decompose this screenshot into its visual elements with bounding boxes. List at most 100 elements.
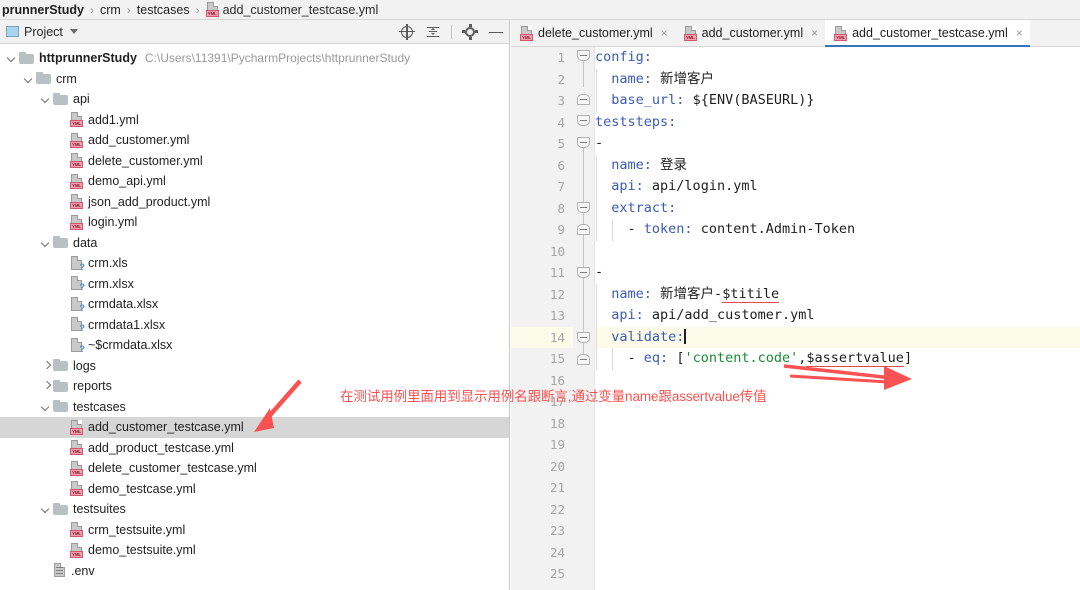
yml-file-icon: YML	[70, 194, 83, 210]
breadcrumb-item-file[interactable]: YML add_customer_testcase.yml	[205, 2, 378, 17]
tree-twisty-closed[interactable]	[40, 376, 53, 396]
tree-twisty-open[interactable]	[40, 397, 53, 417]
fold-end-extract[interactable]	[577, 224, 590, 237]
target-icon[interactable]	[399, 23, 415, 40]
close-icon[interactable]: ×	[1016, 27, 1023, 39]
fold-toggle-validate[interactable]	[577, 332, 590, 345]
tree-node-httprunnerstudy[interactable]: httprunnerStudy C:\Users\11391\PycharmPro…	[0, 48, 509, 69]
tree-twisty-open[interactable]	[6, 48, 19, 68]
yml-file-icon: YML	[683, 25, 697, 41]
tree-node-crmdata-xlsx[interactable]: ? crmdata.xlsx	[0, 294, 509, 315]
breadcrumb-item-project[interactable]: prunnerStudy	[2, 3, 84, 17]
tree-twisty-open[interactable]	[40, 89, 53, 109]
tree-node--crmdata-xlsx[interactable]: ? ~$crmdata.xlsx	[0, 335, 509, 356]
annotation-note: 在测试用例里面用到显示用例名跟断言,通过变量name跟assertvalue传值	[340, 389, 767, 404]
tree-twisty-open[interactable]	[40, 499, 53, 519]
tree-node-crm-xlsx[interactable]: ? crm.xlsx	[0, 274, 509, 295]
code-line-9[interactable]: - token: content.Admin-Token	[595, 219, 1080, 241]
code-line-21[interactable]	[595, 477, 1080, 499]
tree-node-crm-testsuite-yml[interactable]: YML crm_testsuite.yml	[0, 520, 509, 541]
code-line-6[interactable]: name: 登录	[595, 154, 1080, 176]
tree-twisty-closed[interactable]	[40, 356, 53, 376]
code-line-2[interactable]: name: 新增客户	[595, 68, 1080, 90]
line-number-gutter: 1 2 3 4 5 6 7 8 9 10 11 12 13 14 15 16 17 18 19 20 21 22 23 24 2…	[511, 47, 573, 590]
line-number: 14	[511, 326, 573, 348]
folder-icon	[53, 359, 68, 372]
collapse-all-icon[interactable]	[425, 24, 441, 40]
yml-file-icon: YML	[834, 25, 848, 41]
code-line-1[interactable]: config:	[595, 47, 1080, 69]
tree-node-add1-yml[interactable]: YML add1.yml	[0, 110, 509, 131]
yml-file-icon: YML	[520, 25, 533, 41]
project-panel-icon	[6, 26, 19, 37]
fold-toggle-config[interactable]	[577, 50, 590, 63]
fold-end-config[interactable]	[577, 94, 590, 107]
close-icon[interactable]: ×	[811, 27, 818, 39]
fold-toggle-step1[interactable]	[577, 137, 590, 150]
tree-node-demo-testsuite-yml[interactable]: YML demo_testsuite.yml	[0, 540, 509, 561]
fold-toggle-step2[interactable]	[577, 267, 590, 280]
line-number: 23	[549, 523, 565, 538]
tree-node-logs[interactable]: logs	[0, 356, 509, 377]
code-line-4[interactable]: teststeps:	[595, 112, 1080, 134]
tree-twisty-open[interactable]	[40, 233, 53, 253]
tree-node-crm-xls[interactable]: ? crm.xls	[0, 253, 509, 274]
line-number: 7	[557, 179, 565, 194]
tree-twisty-none	[57, 438, 70, 458]
folder-icon	[53, 92, 68, 106]
tab-add-customer[interactable]: YML add_customer.yml ×	[674, 20, 826, 46]
tree-node-login-yml[interactable]: YML login.yml	[0, 212, 509, 233]
code-line-24[interactable]	[595, 542, 1080, 564]
minimize-icon[interactable]	[488, 24, 504, 40]
tree-node-label: crmdata.xlsx	[88, 297, 159, 312]
code-line-13[interactable]: api: api/add_customer.yml	[595, 305, 1080, 327]
code-line-11[interactable]: -	[595, 262, 1080, 284]
code-editor-surface[interactable]: config: name: 新增客户 base_url: ${ENV(BASEU…	[595, 47, 1080, 590]
code-line-18[interactable]	[595, 413, 1080, 435]
tab-delete-customer[interactable]: YML delete_customer.yml ×	[511, 20, 675, 46]
project-panel-title[interactable]: Project	[0, 25, 78, 39]
close-icon[interactable]: ×	[661, 27, 668, 39]
tree-node-testsuites[interactable]: testsuites	[0, 499, 509, 520]
breadcrumb-item-crm[interactable]: crm	[100, 3, 121, 17]
tree-node-delete-customer-testcase-yml[interactable]: YML delete_customer_testcase.yml	[0, 458, 509, 479]
gear-icon[interactable]	[462, 23, 478, 40]
tree-node-delete-customer-yml[interactable]: YML delete_customer.yml	[0, 151, 509, 172]
project-tree[interactable]: httprunnerStudy C:\Users\11391\PycharmPro…	[0, 44, 509, 590]
code-line-14[interactable]: validate:	[595, 326, 1080, 348]
tree-node-crm[interactable]: crm	[0, 69, 509, 90]
code-line-20[interactable]	[595, 456, 1080, 478]
tree-node-api[interactable]: api	[0, 89, 509, 110]
code-line-12[interactable]: name: 新增客户-$titile	[595, 283, 1080, 305]
editor-tab-strip: YML delete_customer.yml × YML add_custom…	[511, 20, 1080, 47]
code-line-7[interactable]: api: api/login.yml	[595, 176, 1080, 198]
code-line-5[interactable]: -	[595, 133, 1080, 155]
code-line-19[interactable]	[595, 434, 1080, 456]
tree-node-crmdata1-xlsx[interactable]: ? crmdata1.xlsx	[0, 315, 509, 336]
tree-node-data[interactable]: data	[0, 233, 509, 254]
code-line-10[interactable]	[595, 241, 1080, 263]
tree-node-add-customer-yml[interactable]: YML add_customer.yml	[0, 130, 509, 151]
tree-node-json-add-product-yml[interactable]: YML json_add_product.yml	[0, 192, 509, 213]
tree-node-demo-testcase-yml[interactable]: YML demo_testcase.yml	[0, 479, 509, 500]
tree-node-label: reports	[73, 379, 112, 394]
code-fold-gutter[interactable]	[573, 47, 595, 590]
code-line-25[interactable]	[595, 563, 1080, 585]
code-line-8[interactable]: extract:	[595, 197, 1080, 219]
chevron-down-icon[interactable]	[69, 29, 78, 34]
yml-file-icon: YML	[70, 112, 83, 128]
code-line-23[interactable]	[595, 520, 1080, 542]
fold-end-validate[interactable]	[577, 354, 590, 367]
tree-node-demo-api-yml[interactable]: YML demo_api.yml	[0, 171, 509, 192]
breadcrumb-item-testcases[interactable]: testcases	[137, 3, 190, 17]
tree-node-add-product-testcase-yml[interactable]: YML add_product_testcase.yml	[0, 438, 509, 459]
tree-node-path: C:\Users\11391\PycharmProjects\httprunne…	[144, 51, 411, 66]
tab-add-customer-testcase[interactable]: YML add_customer_testcase.yml ×	[825, 20, 1030, 47]
tree-node--env[interactable]: .env	[0, 561, 509, 582]
tree-twisty-none	[57, 335, 70, 355]
tree-twisty-open[interactable]	[23, 69, 36, 89]
fold-toggle-teststeps[interactable]	[577, 115, 590, 128]
code-line-3[interactable]: base_url: ${ENV(BASEURL)}	[595, 90, 1080, 112]
fold-toggle-extract[interactable]	[577, 202, 590, 215]
code-line-22[interactable]	[595, 499, 1080, 521]
